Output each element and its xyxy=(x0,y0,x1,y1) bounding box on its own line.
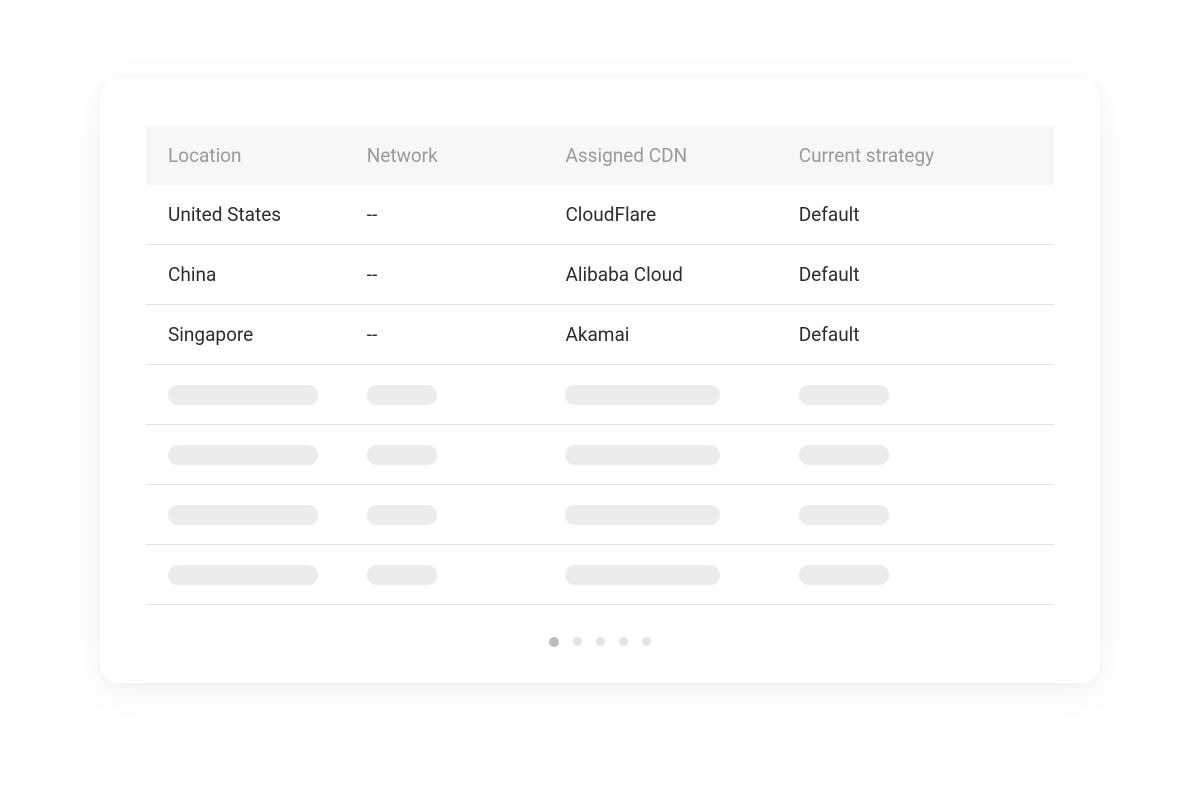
column-header-network: Network xyxy=(367,144,566,167)
skeleton-placeholder xyxy=(367,445,437,465)
table-header: Location Network Assigned CDN Current st… xyxy=(146,126,1054,185)
pagination-dot[interactable] xyxy=(573,637,582,646)
cell-location: China xyxy=(168,263,367,286)
skeleton-placeholder xyxy=(565,505,720,525)
cell-strategy: Default xyxy=(799,263,1032,286)
skeleton-placeholder xyxy=(799,505,889,525)
skeleton-placeholder xyxy=(799,445,889,465)
column-header-location: Location xyxy=(168,144,367,167)
cell-location: United States xyxy=(168,203,367,226)
cell-cdn: CloudFlare xyxy=(565,203,798,226)
cell-network: -- xyxy=(367,323,566,346)
skeleton-placeholder xyxy=(168,565,318,585)
skeleton-placeholder xyxy=(799,385,889,405)
pagination-dot[interactable] xyxy=(642,637,651,646)
skeleton-placeholder xyxy=(168,385,318,405)
table-row-skeleton xyxy=(146,425,1054,485)
pagination-dot[interactable] xyxy=(596,637,605,646)
cell-network: -- xyxy=(367,203,566,226)
skeleton-placeholder xyxy=(168,445,318,465)
skeleton-placeholder xyxy=(565,445,720,465)
cdn-table: Location Network Assigned CDN Current st… xyxy=(146,126,1054,605)
table-row-skeleton xyxy=(146,545,1054,605)
card: Location Network Assigned CDN Current st… xyxy=(100,78,1100,683)
cell-location: Singapore xyxy=(168,323,367,346)
skeleton-placeholder xyxy=(367,505,437,525)
table-row-skeleton xyxy=(146,485,1054,545)
skeleton-placeholder xyxy=(367,385,437,405)
table-row-skeleton xyxy=(146,365,1054,425)
table-row: Singapore -- Akamai Default xyxy=(146,305,1054,365)
skeleton-placeholder xyxy=(367,565,437,585)
skeleton-placeholder xyxy=(168,505,318,525)
pagination-dots xyxy=(146,605,1054,647)
cell-cdn: Akamai xyxy=(565,323,798,346)
cell-strategy: Default xyxy=(799,323,1032,346)
table-row: United States -- CloudFlare Default xyxy=(146,185,1054,245)
table-row: China -- Alibaba Cloud Default xyxy=(146,245,1054,305)
cell-strategy: Default xyxy=(799,203,1032,226)
column-header-cdn: Assigned CDN xyxy=(565,144,798,167)
skeleton-placeholder xyxy=(565,565,720,585)
cell-cdn: Alibaba Cloud xyxy=(565,263,798,286)
pagination-dot[interactable] xyxy=(619,637,628,646)
skeleton-placeholder xyxy=(799,565,889,585)
column-header-strategy: Current strategy xyxy=(799,144,1032,167)
pagination-dot[interactable] xyxy=(549,637,559,647)
skeleton-placeholder xyxy=(565,385,720,405)
cell-network: -- xyxy=(367,263,566,286)
